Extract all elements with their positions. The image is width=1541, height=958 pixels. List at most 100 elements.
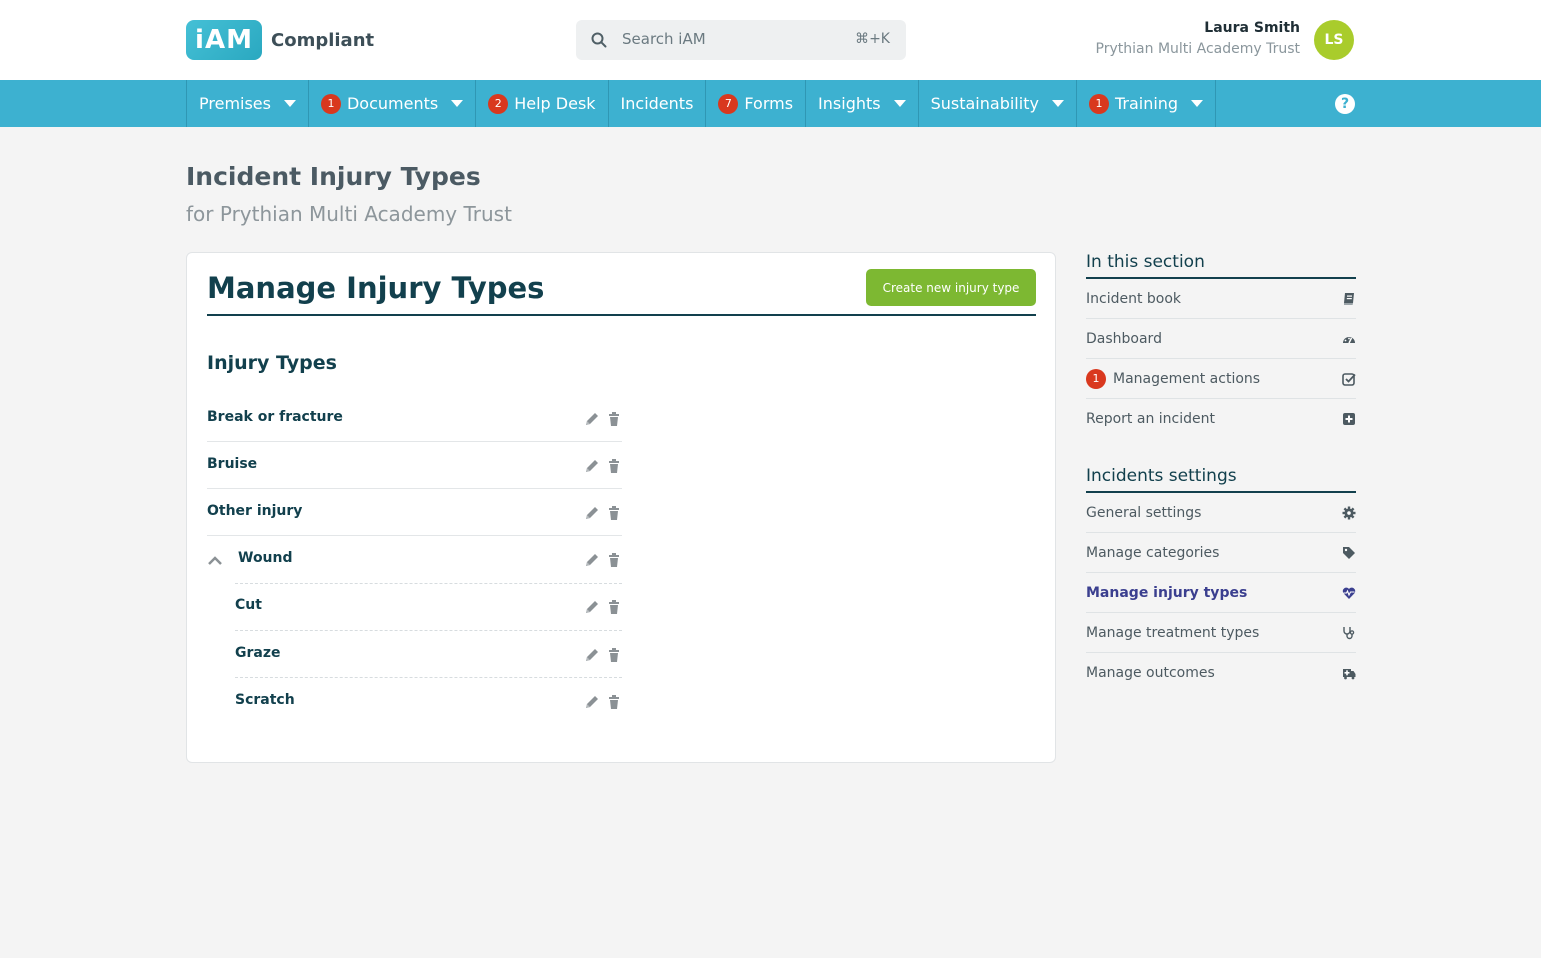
pencil-icon[interactable] xyxy=(584,505,600,521)
sidebar-item-label: Report an incident xyxy=(1086,411,1215,427)
checkbox-icon xyxy=(1342,373,1356,386)
nav-label: Incidents xyxy=(620,94,694,113)
notification-badge: 2 xyxy=(488,93,509,114)
sidebar-item-label: Manage outcomes xyxy=(1086,665,1215,681)
caret-down-icon xyxy=(451,100,464,107)
list-item: Graze xyxy=(235,631,622,678)
trash-icon[interactable] xyxy=(606,411,622,427)
sidebar-item-label: Management actions xyxy=(1113,370,1261,387)
nav-label: Help Desk xyxy=(514,94,596,113)
trash-icon[interactable] xyxy=(606,505,622,521)
search-placeholder: Search iAM xyxy=(622,30,706,48)
gear-icon xyxy=(1342,506,1356,520)
nav-label: Premises xyxy=(199,94,271,113)
injury-type-label: Scratch xyxy=(235,692,295,708)
notification-badge: 1 xyxy=(320,93,341,114)
sidebar-in-this-section: In this section Incident book Dashboard … xyxy=(1086,252,1356,439)
notification-badge: 7 xyxy=(718,93,739,114)
nav-item-forms[interactable]: 7 Forms xyxy=(705,80,805,127)
pencil-icon[interactable] xyxy=(584,458,600,474)
user-organisation: Prythian Multi Academy Trust xyxy=(1095,41,1300,57)
caret-down-icon xyxy=(1051,100,1064,107)
logo-mark: iAM xyxy=(186,20,262,60)
notification-badge: 1 xyxy=(1086,368,1106,389)
user-info[interactable]: Laura Smith Prythian Multi Academy Trust xyxy=(1096,20,1300,57)
injury-type-label: Bruise xyxy=(207,456,258,472)
create-injury-type-button[interactable]: Create new injury type xyxy=(866,269,1036,306)
nav-item-sustainability[interactable]: Sustainability xyxy=(917,80,1076,127)
sidebar-item-manage-treatment-types[interactable]: Manage treatment types xyxy=(1086,613,1356,653)
nav-label: Training xyxy=(1114,94,1179,113)
caret-down-icon xyxy=(283,100,296,107)
nav-item-insights[interactable]: Insights xyxy=(805,80,918,127)
injury-types-card: Manage Injury Types Create new injury ty… xyxy=(186,252,1056,763)
trash-icon[interactable] xyxy=(606,694,622,710)
trash-icon[interactable] xyxy=(606,458,622,474)
app-logo[interactable]: iAM Compliant xyxy=(186,20,374,60)
sidebar-item-dashboard[interactable]: Dashboard xyxy=(1086,319,1356,359)
sidebar-heading: In this section xyxy=(1086,252,1356,279)
sidebar-item-label: Dashboard xyxy=(1086,330,1162,347)
sidebar-item-label: Manage injury types xyxy=(1086,584,1248,601)
heart-pulse-icon xyxy=(1342,587,1356,599)
nav-item-documents[interactable]: 1 Documents xyxy=(307,80,475,127)
book-icon xyxy=(1344,293,1354,305)
list-item: Other injury xyxy=(207,489,622,536)
sidebar-item-manage-injury-types[interactable]: Manage injury types xyxy=(1086,573,1356,613)
nav-item-incidents[interactable]: Incidents xyxy=(607,80,706,127)
trash-icon[interactable] xyxy=(606,599,622,615)
sidebar-item-label: General settings xyxy=(1086,504,1202,521)
chevron-up-icon[interactable] xyxy=(207,554,223,566)
dashboard-icon xyxy=(1343,337,1355,344)
trash-icon[interactable] xyxy=(606,647,622,663)
notification-badge: 1 xyxy=(1088,93,1109,114)
pencil-icon[interactable] xyxy=(584,599,600,615)
page-title: Incident Injury Types xyxy=(186,162,481,191)
sidebar-item-general-settings[interactable]: General settings xyxy=(1086,493,1356,533)
sidebar-item-label: Manage categories xyxy=(1086,544,1220,561)
search-input[interactable]: Search iAM ⌘+K xyxy=(576,20,906,60)
stethoscope-icon xyxy=(1343,627,1355,640)
sidebar-heading: Incidents settings xyxy=(1086,466,1356,493)
top-header: iAM Compliant Search iAM ⌘+K Laura Smith… xyxy=(0,0,1541,80)
divider xyxy=(207,314,1036,316)
list-item: Bruise xyxy=(207,442,622,489)
card-title: Manage Injury Types xyxy=(207,271,545,305)
plus-square-icon xyxy=(1343,413,1355,425)
logo-text: Compliant xyxy=(271,29,375,51)
tag-icon xyxy=(1343,547,1355,559)
sidebar-item-management-actions[interactable]: 1 Management actions xyxy=(1086,359,1356,399)
avatar[interactable]: LS xyxy=(1314,20,1354,60)
injury-type-label: Break or fracture xyxy=(207,409,343,425)
pencil-icon[interactable] xyxy=(584,647,600,663)
page-subtitle: for Prythian Multi Academy Trust xyxy=(186,202,512,226)
sidebar-item-label: Incident book xyxy=(1086,290,1182,307)
section-title: Injury Types xyxy=(207,352,337,374)
sidebar-item-incident-book[interactable]: Incident book xyxy=(1086,279,1356,319)
list-item: Cut xyxy=(235,584,622,631)
caret-down-icon xyxy=(1191,100,1204,107)
nav-item-help-desk[interactable]: 2 Help Desk xyxy=(475,80,607,127)
nav-label: Insights xyxy=(818,94,881,113)
sidebar-incidents-settings: Incidents settings General settings Mana… xyxy=(1086,466,1356,693)
sidebar-item-report-an-incident[interactable]: Report an incident xyxy=(1086,399,1356,439)
sidebar-item-manage-categories[interactable]: Manage categories xyxy=(1086,533,1356,573)
injury-type-label: Graze xyxy=(235,645,281,661)
pencil-icon[interactable] xyxy=(584,411,600,427)
user-name: Laura Smith xyxy=(1204,20,1300,36)
pencil-icon[interactable] xyxy=(584,694,600,710)
nav-item-premises[interactable]: Premises xyxy=(186,80,308,127)
nav-label: Forms xyxy=(744,94,794,113)
sidebar-item-label: Manage treatment types xyxy=(1086,624,1260,641)
search-icon xyxy=(591,32,607,48)
injury-type-label: Other injury xyxy=(207,503,303,519)
nav-label: Documents xyxy=(346,94,439,113)
help-icon[interactable]: ? xyxy=(1335,94,1355,114)
nav-label: Sustainability xyxy=(930,94,1039,113)
list-item: Break or fracture xyxy=(207,395,622,442)
sidebar-item-manage-outcomes[interactable]: Manage outcomes xyxy=(1086,653,1356,693)
nav-item-training[interactable]: 1 Training xyxy=(1075,80,1217,127)
divider xyxy=(235,536,622,584)
list-item: Scratch xyxy=(235,678,622,725)
main-nav: Premises 1 Documents 2 Help Desk Inciden… xyxy=(0,80,1541,127)
